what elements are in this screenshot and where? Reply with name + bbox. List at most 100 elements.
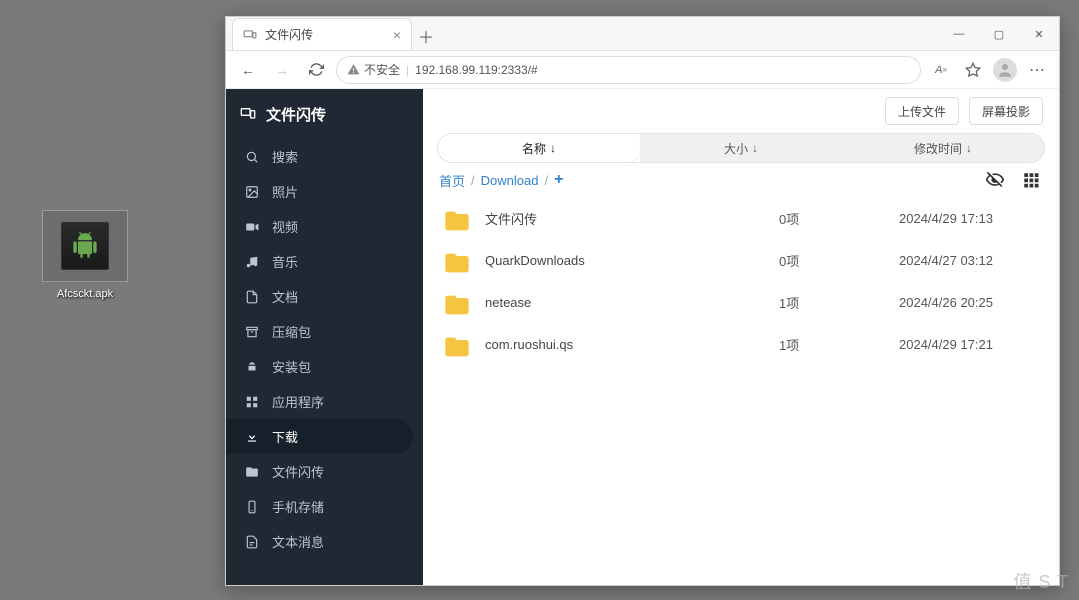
file-size: 0项 <box>779 251 899 270</box>
file-mtime: 2024/4/29 17:21 <box>899 337 1039 352</box>
browser-tab[interactable]: 文件闪传 × <box>232 18 412 50</box>
list-item[interactable]: QuarkDownloads 0项 2024/4/27 03:12 <box>423 239 1059 281</box>
toolbar-right: A» ⋯ <box>927 56 1051 84</box>
sort-name[interactable]: 名称 ↓ <box>438 134 640 162</box>
sort-tabs: 名称 ↓ 大小 ↓ 修改时间 ↓ <box>437 133 1045 163</box>
sidebar-item-label: 视频 <box>272 217 298 236</box>
sidebar-item-label: 照片 <box>272 182 298 201</box>
video-icon <box>244 219 260 235</box>
breadcrumb-home[interactable]: 首页 <box>439 171 465 190</box>
file-size: 1项 <box>779 335 899 354</box>
security-warning: 不安全 <box>347 61 400 78</box>
message-icon <box>244 534 260 550</box>
sidebar-item-archives[interactable]: 压缩包 <box>226 314 423 349</box>
address-bar[interactable]: 不安全 | 192.168.99.119:2333/# <box>336 56 921 84</box>
refresh-button[interactable] <box>302 56 330 84</box>
list-item[interactable]: netease 1项 2024/4/26 20:25 <box>423 281 1059 323</box>
desktop-icon-box <box>42 210 128 282</box>
sidebar-item-label: 手机存储 <box>272 497 324 516</box>
sidebar-item-apps[interactable]: 应用程序 <box>226 384 423 419</box>
sidebar-item-msg[interactable]: 文本消息 <box>226 524 423 559</box>
breadcrumb-sep: / <box>471 173 475 188</box>
folder-icon <box>443 333 471 355</box>
folder-icon <box>443 249 471 271</box>
list-item[interactable]: 文件闪传 0项 2024/4/29 17:13 <box>423 197 1059 239</box>
titlebar: 文件闪传 × ＋ — ▢ ✕ <box>226 17 1059 51</box>
search-icon <box>244 149 260 165</box>
image-icon <box>244 184 260 200</box>
sidebar-item-label: 下载 <box>272 427 298 446</box>
sidebar-item-storage[interactable]: 手机存储 <box>226 489 423 524</box>
close-window-button[interactable]: ✕ <box>1019 18 1059 50</box>
file-mtime: 2024/4/26 20:25 <box>899 295 1039 310</box>
sidebar-item-label: 应用程序 <box>272 392 324 411</box>
sidebar-item-flash[interactable]: 文件闪传 <box>226 454 423 489</box>
file-name: com.ruoshui.qs <box>485 337 779 352</box>
file-name: 文件闪传 <box>485 209 779 228</box>
add-button[interactable]: + <box>554 171 563 189</box>
avatar-icon <box>993 58 1017 82</box>
main-panel: 上传文件 屏幕投影 名称 ↓ 大小 ↓ 修改时间 ↓ 首页 / <box>423 89 1059 585</box>
file-mtime: 2024/4/27 03:12 <box>899 253 1039 268</box>
sidebar-item-search[interactable]: 搜索 <box>226 139 423 174</box>
desktop-apk-icon[interactable]: Afcsckt.apk <box>42 210 128 300</box>
android-icon <box>244 359 260 375</box>
sidebar-item-label: 搜索 <box>272 147 298 166</box>
close-icon[interactable]: × <box>393 27 401 43</box>
more-icon[interactable]: ⋯ <box>1023 56 1051 84</box>
document-icon <box>244 289 260 305</box>
file-mtime: 2024/4/29 17:13 <box>899 211 1039 226</box>
sidebar-item-label: 安装包 <box>272 357 311 376</box>
sidebar-item-label: 音乐 <box>272 252 298 271</box>
sidebar-item-apks[interactable]: 安装包 <box>226 349 423 384</box>
sort-size[interactable]: 大小 ↓ <box>640 134 842 162</box>
security-label: 不安全 <box>364 61 400 78</box>
app-brand: 文件闪传 <box>226 89 423 139</box>
sidebar-item-label: 文件闪传 <box>272 462 324 481</box>
sidebar: 文件闪传 搜索 照片 视频 音乐 文档 <box>226 89 423 585</box>
breadcrumb-path[interactable]: Download <box>481 173 539 188</box>
sort-size-label: 大小 <box>724 140 748 157</box>
new-tab-button[interactable]: ＋ <box>412 22 440 50</box>
sidebar-item-photos[interactable]: 照片 <box>226 174 423 209</box>
screen-cast-button[interactable]: 屏幕投影 <box>969 97 1043 125</box>
minimize-button[interactable]: — <box>939 18 979 50</box>
list-item[interactable]: com.ruoshui.qs 1项 2024/4/29 17:21 <box>423 323 1059 365</box>
sort-mtime[interactable]: 修改时间 ↓ <box>842 134 1044 162</box>
favorite-icon[interactable] <box>959 56 987 84</box>
grid-view-icon[interactable] <box>1019 168 1043 192</box>
tab-title: 文件闪传 <box>265 26 313 43</box>
sort-arrow-icon: ↓ <box>550 141 556 155</box>
watermark: 值 S T <box>1013 568 1069 594</box>
forward-button[interactable]: → <box>268 56 296 84</box>
file-list: 文件闪传 0项 2024/4/29 17:13 QuarkDownloads 0… <box>423 197 1059 585</box>
music-icon <box>244 254 260 270</box>
read-aloud-icon[interactable]: A» <box>927 56 955 84</box>
sort-arrow-icon: ↓ <box>752 141 758 155</box>
file-size: 1项 <box>779 293 899 312</box>
sidebar-item-label: 文本消息 <box>272 532 324 551</box>
file-name: netease <box>485 295 779 310</box>
phone-icon <box>244 499 260 515</box>
sidebar-item-docs[interactable]: 文档 <box>226 279 423 314</box>
sidebar-item-label: 压缩包 <box>272 322 311 341</box>
upload-button[interactable]: 上传文件 <box>885 97 959 125</box>
maximize-button[interactable]: ▢ <box>979 18 1019 50</box>
action-bar: 上传文件 屏幕投影 <box>423 89 1059 133</box>
sidebar-item-download[interactable]: 下载 <box>226 419 413 454</box>
breadcrumb: 首页 / Download / + <box>423 163 1059 197</box>
sidebar-item-music[interactable]: 音乐 <box>226 244 423 279</box>
sort-arrow-icon: ↓ <box>966 141 972 155</box>
back-button[interactable]: ← <box>234 56 262 84</box>
archive-icon <box>244 324 260 340</box>
download-icon <box>244 429 260 445</box>
folder-icon <box>244 464 260 480</box>
sidebar-item-videos[interactable]: 视频 <box>226 209 423 244</box>
visibility-off-icon[interactable] <box>983 168 1007 192</box>
profile-button[interactable] <box>991 56 1019 84</box>
sort-name-label: 名称 <box>522 140 546 157</box>
url-text: 192.168.99.119:2333/# <box>415 63 538 77</box>
apps-icon <box>244 394 260 410</box>
browser-toolbar: ← → 不安全 | 192.168.99.119:2333/# A» ⋯ <box>226 51 1059 89</box>
window-controls: — ▢ ✕ <box>939 18 1059 50</box>
